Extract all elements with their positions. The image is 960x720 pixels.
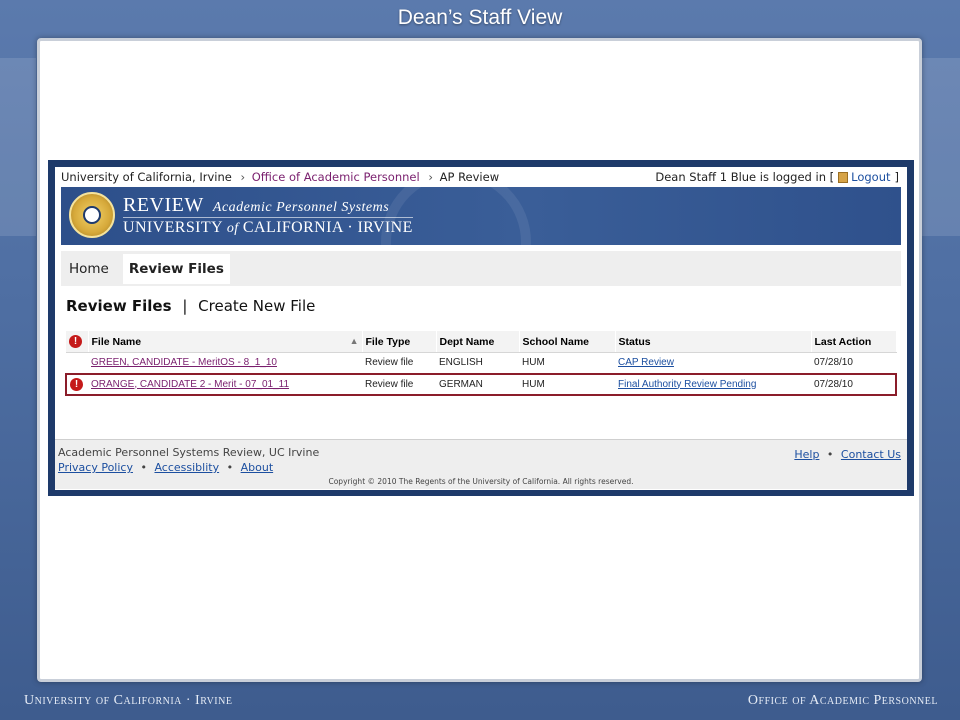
footer-dot: •: [226, 461, 234, 474]
file-type-cell: Review file: [365, 357, 414, 369]
status-link[interactable]: CAP Review: [618, 357, 674, 368]
file-name-cell: GREEN, CANDIDATE - MeritOS - 8_1_10: [88, 353, 362, 374]
dept-cell: ENGLISH: [439, 357, 483, 369]
help-link[interactable]: Help: [794, 448, 819, 461]
breadcrumb-separator: ›: [240, 170, 246, 184]
breadcrumb-separator: ›: [428, 170, 433, 184]
table-header-row: ! File Name ▲ File Type Dept Name School …: [66, 331, 897, 353]
table-row: ! ORANGE, CANDIDATE 2 - Merit - 07_01_11…: [65, 372, 897, 396]
banner-title-main: REVIEW: [123, 194, 204, 216]
footer-links: Privacy Policy • Accessiblity • About: [58, 461, 273, 474]
column-header-dept-name[interactable]: Dept Name: [436, 331, 520, 353]
footer-dot: •: [826, 448, 834, 461]
decorative-band-left: [0, 58, 36, 236]
column-header-file-name[interactable]: File Name ▲: [88, 331, 363, 353]
breadcrumb-current: AP Review: [439, 170, 500, 184]
file-name-link[interactable]: ORANGE, CANDIDATE 2 - Merit - 07_01_11: [91, 379, 289, 390]
footer-dot: •: [140, 461, 147, 474]
alert-column-header: !: [66, 331, 89, 353]
banner-title: REVIEW Academic Personnel Systems: [123, 194, 389, 217]
heading-review-files: Review Files: [66, 297, 172, 315]
breadcrumb: University of California, Irvine › Offic…: [61, 170, 501, 184]
slide-footer-left: University of California · Irvine: [24, 693, 233, 708]
decorative-band-right: [922, 58, 960, 236]
column-header-file-type[interactable]: File Type: [362, 331, 437, 353]
main-nav: Home Review Files: [61, 251, 901, 286]
table-row: GREEN, CANDIDATE - MeritOS - 8_1_10 Revi…: [66, 353, 896, 374]
login-text: Dean Staff 1 Blue is logged in [: [655, 170, 835, 184]
uc-seal-logo: [69, 192, 115, 238]
school-cell: HUM: [519, 372, 615, 396]
footer-site-name: Academic Personnel Systems Review, UC Ir…: [58, 446, 320, 459]
banner-university-a: UNIVERSITY: [123, 219, 223, 236]
column-header-school-name[interactable]: School Name: [519, 331, 616, 353]
copyright-text: Copyright © 2010 The Regents of the Univ…: [328, 477, 634, 486]
web-page: University of California, Irvine › Offic…: [55, 167, 907, 490]
browser-screenshot: University of California, Irvine › Offic…: [48, 160, 914, 496]
page-footer: Academic Personnel Systems Review, UC Ir…: [55, 439, 907, 489]
nav-review-files[interactable]: Review Files: [122, 253, 230, 284]
banner-university: UNIVERSITY of CALIFORNIA · IRVINE: [123, 219, 413, 237]
breadcrumb-root[interactable]: University of California, Irvine: [61, 170, 232, 184]
logout-link[interactable]: Logout: [851, 170, 890, 184]
dept-cell: GERMAN: [436, 372, 519, 396]
alert-icon: !: [70, 377, 83, 391]
login-status: Dean Staff 1 Blue is logged in [ Logout …: [655, 170, 899, 184]
breadcrumb-oap-link[interactable]: Office of Academic Personnel: [252, 170, 420, 184]
file-name-cell: ORANGE, CANDIDATE 2 - Merit - 07_01_11: [88, 372, 362, 396]
slide-title: Dean’s Staff View: [397, 6, 563, 29]
review-files-table: ! File Name ▲ File Type Dept Name School …: [65, 331, 897, 396]
banner-university-of: of: [226, 221, 239, 236]
site-banner: REVIEW Academic Personnel Systems UNIVER…: [61, 187, 901, 245]
contact-us-link[interactable]: Contact Us: [841, 448, 901, 461]
create-new-file-link[interactable]: Create New File: [198, 297, 315, 315]
file-type-cell: Review file: [362, 372, 436, 396]
column-header-last-action[interactable]: Last Action: [811, 331, 897, 353]
logout-icon[interactable]: [838, 171, 849, 183]
nav-home[interactable]: Home: [63, 254, 115, 284]
about-link[interactable]: About: [241, 461, 274, 474]
school-cell: HUM: [522, 357, 545, 369]
file-name-link[interactable]: GREEN, CANDIDATE - MeritOS - 8_1_10: [91, 357, 277, 368]
last-action-cell: 07/28/10: [811, 372, 897, 396]
footer-help-links: Help • Contact Us: [794, 448, 901, 461]
top-bar: University of California, Irvine › Offic…: [55, 167, 907, 187]
banner-university-b: CALIFORNIA · IRVINE: [242, 219, 413, 236]
last-action-cell: 07/28/10: [814, 357, 853, 369]
login-bracket: ]: [894, 170, 900, 184]
seal-center-icon: [83, 206, 101, 224]
column-header-status[interactable]: Status: [615, 331, 812, 353]
status-cell: Final Authority Review Pending: [615, 372, 811, 396]
banner-title-sub: Academic Personnel Systems: [212, 200, 390, 215]
slide-footer-right: Office of Academic Personnel: [747, 693, 938, 708]
row-alert-cell: !: [65, 372, 88, 396]
sort-ascending-icon[interactable]: ▲: [350, 336, 359, 346]
page-heading: Review Files | Create New File: [66, 297, 907, 315]
status-link[interactable]: Final Authority Review Pending: [618, 379, 756, 390]
privacy-policy-link[interactable]: Privacy Policy: [58, 461, 133, 474]
status-cell: CAP Review: [615, 353, 811, 374]
heading-separator: |: [182, 297, 188, 315]
row-alert-cell: [66, 353, 88, 374]
banner-divider: [123, 217, 413, 218]
alert-icon: !: [69, 335, 82, 348]
accessibility-link[interactable]: Accessiblity: [154, 461, 219, 474]
